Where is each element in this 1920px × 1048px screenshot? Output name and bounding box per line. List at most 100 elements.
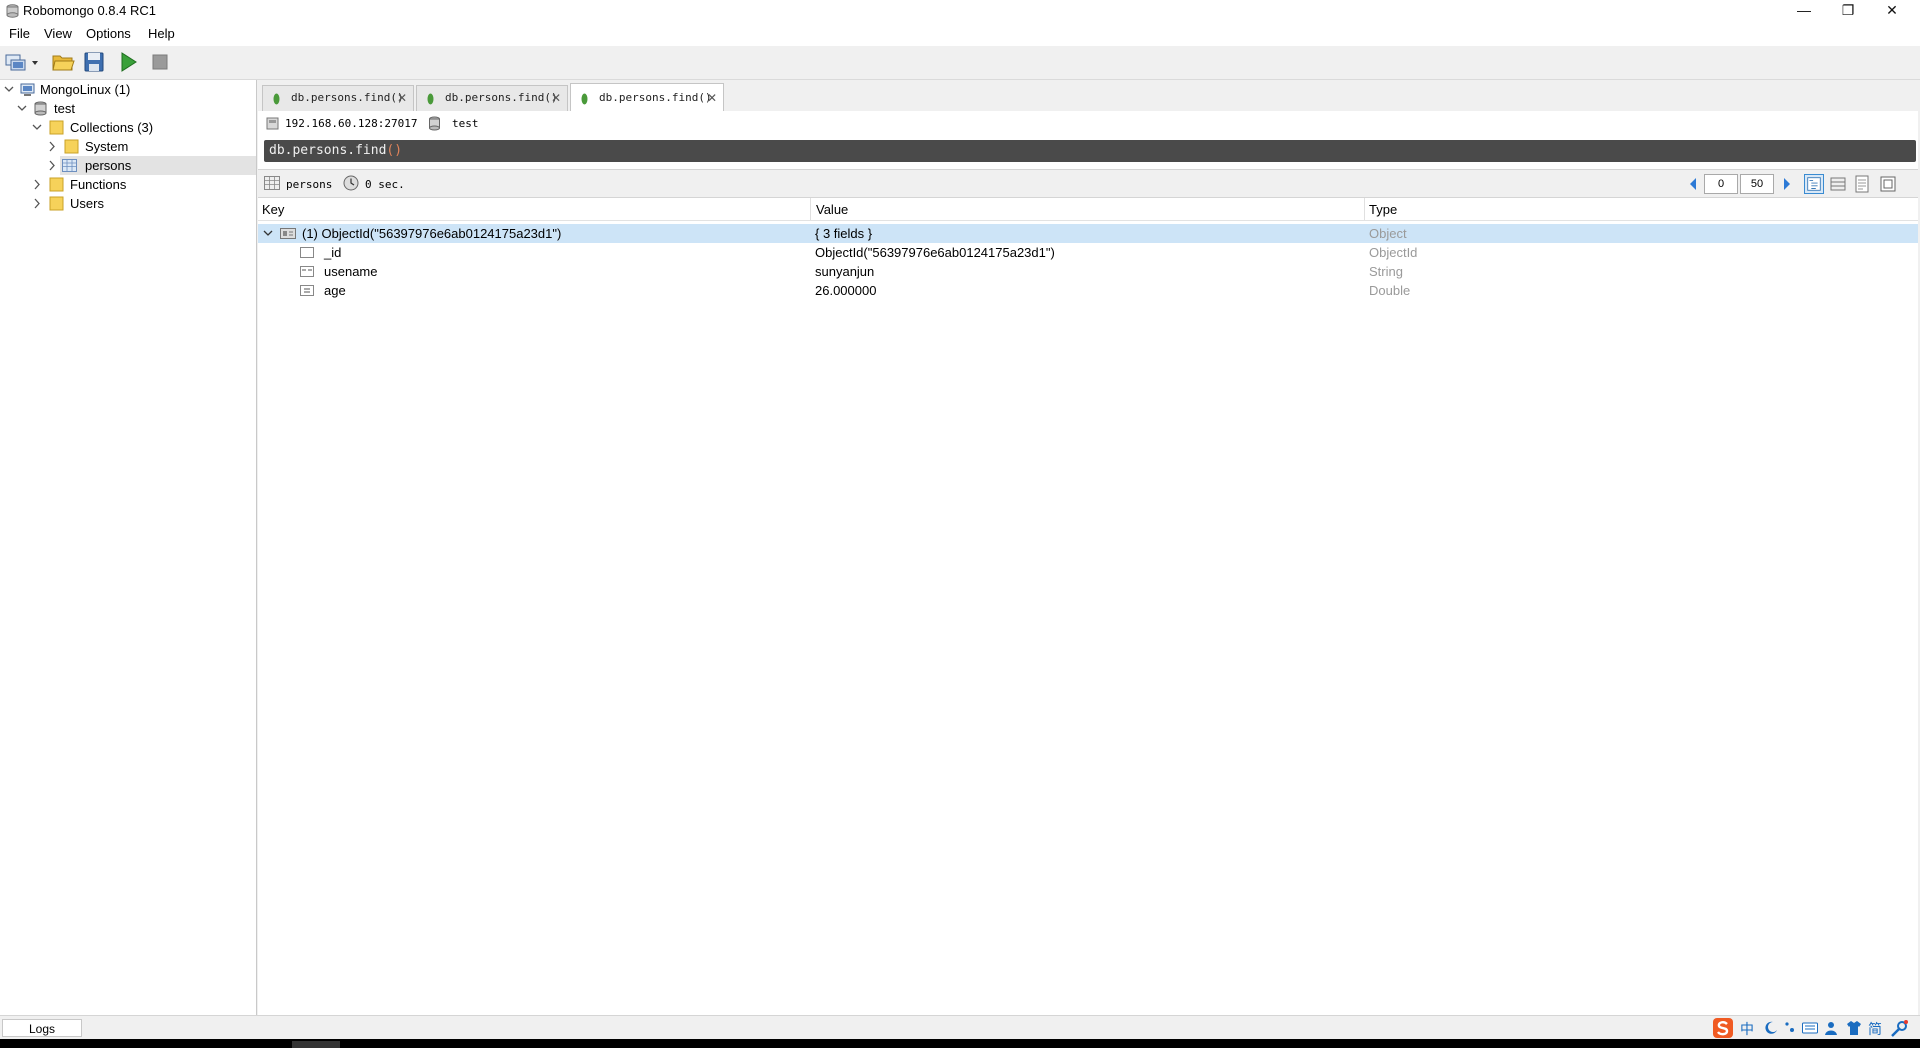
row-key: (1) ObjectId("56397976e6ab0124175a23d1"): [302, 226, 562, 241]
tree-node-connection[interactable]: MongoLinux (1): [0, 80, 256, 99]
row-key: usename: [324, 264, 378, 279]
row-key: age: [324, 283, 346, 298]
ime-mode-chinese[interactable]: 中: [1740, 1019, 1754, 1039]
query-editor[interactable]: db.persons.find(): [264, 140, 1916, 162]
result-header: persons 0 sec. 0 50: [258, 169, 1918, 198]
tab-query-2[interactable]: db.persons.find() ✕: [416, 85, 568, 111]
menu-options[interactable]: Options: [86, 26, 131, 41]
wrench-icon[interactable]: [1890, 1020, 1908, 1038]
punctuation-icon[interactable]: [1784, 1021, 1796, 1035]
row-type: Object: [1369, 226, 1407, 241]
maximize-panel-icon[interactable]: [1878, 174, 1898, 194]
chevron-right-icon[interactable]: [31, 194, 43, 213]
column-divider[interactable]: [810, 198, 811, 220]
next-page-icon[interactable]: [1782, 177, 1792, 191]
mongo-leaf-icon: [273, 93, 280, 105]
chevron-right-icon[interactable]: [31, 175, 43, 194]
row-type: ObjectId: [1369, 245, 1418, 260]
page-start-input[interactable]: 0: [1704, 174, 1738, 194]
text-view-icon[interactable]: [1852, 174, 1872, 194]
open-folder-icon[interactable]: [51, 50, 75, 74]
column-divider[interactable]: [1364, 198, 1365, 220]
tab-close-button[interactable]: ✕: [551, 91, 561, 105]
query-panel: 192.168.60.128:27017 test db.persons.fin…: [258, 111, 1918, 169]
row-type: Double: [1369, 283, 1411, 298]
taskbar: [0, 1039, 1920, 1048]
tree-view-icon[interactable]: [1804, 174, 1824, 194]
chevron-down-icon[interactable]: [31, 118, 43, 137]
tab-label: db.persons.find(): [445, 91, 558, 104]
chevron-right-icon[interactable]: [46, 137, 58, 156]
menu-bar: File View Options Help: [0, 22, 1920, 46]
row-value: { 3 fields }: [815, 226, 873, 241]
stop-icon[interactable]: [148, 50, 172, 74]
connection-label: MongoLinux (1): [40, 82, 131, 97]
table-row[interactable]: usename sunyanjun String: [258, 262, 1918, 281]
connect-icon[interactable]: [4, 50, 28, 74]
collection-table-icon: [264, 176, 280, 190]
folder-icon: [64, 139, 79, 154]
sogou-input-icon[interactable]: [1712, 1017, 1734, 1039]
moon-icon[interactable]: [1764, 1021, 1778, 1035]
table-row[interactable]: (1) ObjectId("56397976e6ab0124175a23d1")…: [258, 224, 1918, 243]
previous-page-icon[interactable]: [1688, 177, 1698, 191]
database-icon: [429, 116, 440, 131]
status-bar: Logs 中 简: [0, 1015, 1920, 1040]
tab-label: db.persons.find(): [599, 91, 712, 104]
tab-query-3-active[interactable]: db.persons.find() ✕: [570, 83, 724, 112]
column-header-value[interactable]: Value: [816, 202, 848, 217]
query-time: 0 sec.: [365, 178, 405, 191]
menu-file[interactable]: File: [9, 26, 30, 41]
chevron-down-icon[interactable]: [3, 80, 15, 99]
database-icon: [34, 101, 47, 116]
taskbar-app-item[interactable]: [292, 1041, 340, 1048]
tree-node-database[interactable]: test: [0, 99, 256, 118]
tree-node-functions[interactable]: Functions: [0, 175, 256, 194]
column-header-key[interactable]: Key: [262, 202, 284, 217]
mongo-leaf-icon: [581, 93, 588, 105]
execute-icon[interactable]: [116, 50, 140, 74]
column-header-type[interactable]: Type: [1369, 202, 1397, 217]
tab-query-1[interactable]: db.persons.find() ✕: [262, 85, 414, 111]
close-window-button[interactable]: ✕: [1870, 0, 1914, 22]
functions-label: Functions: [70, 177, 127, 192]
collections-label: Collections (3): [70, 120, 154, 135]
dropdown-arrow-icon[interactable]: [30, 50, 40, 74]
query-code: db.persons.find: [269, 143, 387, 158]
table-row[interactable]: _id ObjectId("56397976e6ab0124175a23d1")…: [258, 243, 1918, 262]
mongo-leaf-icon: [427, 93, 434, 105]
table-view-icon[interactable]: [1828, 174, 1848, 194]
table-row[interactable]: age 26.000000 Double: [258, 281, 1918, 300]
page-size-input[interactable]: 50: [1740, 174, 1774, 194]
keyboard-icon[interactable]: [1802, 1021, 1818, 1035]
query-tab-bar: db.persons.find() ✕ db.persons.find() ✕ …: [258, 80, 1920, 112]
database-name: test: [452, 117, 479, 130]
folder-icon: [49, 177, 64, 192]
tab-close-button[interactable]: ✕: [397, 91, 407, 105]
logs-button[interactable]: Logs: [2, 1019, 82, 1037]
restore-button[interactable]: ❐: [1826, 0, 1870, 22]
tree-node-collections[interactable]: Collections (3): [0, 118, 256, 137]
chevron-down-icon[interactable]: [16, 99, 28, 118]
tab-label: db.persons.find(): [291, 91, 404, 104]
save-icon[interactable]: [82, 50, 106, 74]
result-collection: persons: [286, 178, 333, 191]
document-icon: [280, 228, 296, 239]
title-bar: Robomongo 0.8.4 RC1 — ❐ ✕: [0, 0, 1920, 22]
app-icon: [6, 4, 19, 18]
shirt-icon[interactable]: [1846, 1020, 1862, 1036]
minimize-button[interactable]: —: [1782, 0, 1826, 22]
window-title: Robomongo 0.8.4 RC1: [23, 3, 156, 18]
tree-node-persons[interactable]: persons: [49, 156, 256, 175]
user-icon[interactable]: [1824, 1020, 1840, 1036]
chevron-right-icon[interactable]: [46, 156, 58, 175]
tree-node-system[interactable]: System: [0, 137, 256, 156]
folder-icon: [49, 120, 64, 135]
menu-view[interactable]: View: [44, 26, 72, 41]
tree-node-users[interactable]: Users: [0, 194, 256, 213]
query-parens: (): [386, 143, 403, 158]
ime-simplified[interactable]: 简: [1868, 1019, 1882, 1039]
tab-close-button[interactable]: ✕: [707, 91, 717, 105]
chevron-down-icon[interactable]: [262, 226, 274, 241]
menu-help[interactable]: Help: [148, 26, 175, 41]
